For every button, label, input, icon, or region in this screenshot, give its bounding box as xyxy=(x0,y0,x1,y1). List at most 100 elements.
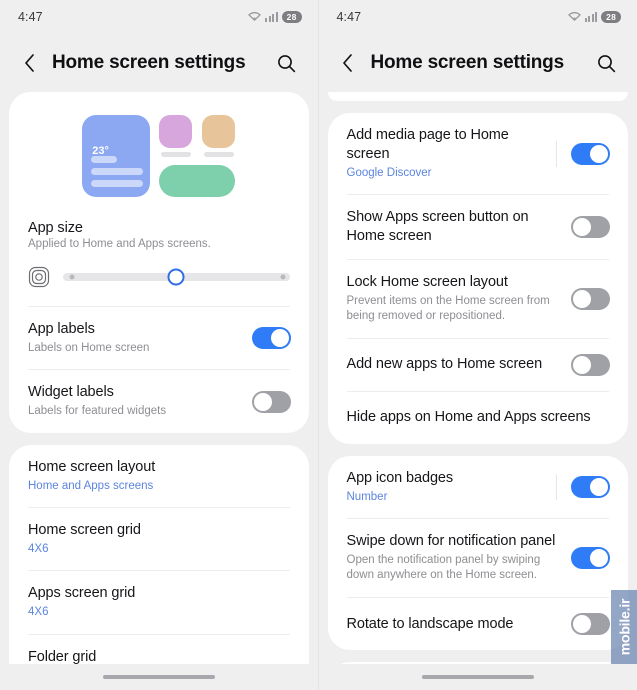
row-sublabel: Number xyxy=(346,490,388,503)
row-home-screen-layout[interactable]: Home screen layout Home and Apps screens xyxy=(9,445,309,507)
row-value: 4X6 xyxy=(28,542,49,555)
row-label: Add media page to Home screen xyxy=(346,127,509,162)
row-add-media-page[interactable]: Add media page to Home screen Google Dis… xyxy=(328,113,629,194)
preview-bar xyxy=(91,180,144,187)
row-show-apps-screen-button[interactable]: Show Apps screen button on Home screen xyxy=(328,195,629,259)
toggle-widget-labels[interactable] xyxy=(251,390,291,413)
row-sublabel: Google Discover xyxy=(346,166,432,179)
preview-bar xyxy=(91,168,144,175)
back-button[interactable] xyxy=(333,48,363,78)
row-rotate-landscape[interactable]: Rotate to landscape mode xyxy=(328,598,629,650)
watermark-text: mobile.ir xyxy=(616,598,633,656)
row-hide-apps[interactable]: Hide apps on Home and Apps screens xyxy=(328,392,629,444)
row-apps-screen-grid[interactable]: Apps screen grid 4X6 xyxy=(9,571,309,633)
battery-badge: 28 xyxy=(281,11,302,23)
wifi-icon xyxy=(567,8,581,26)
status-clock: 4:47 xyxy=(336,10,362,24)
search-button[interactable] xyxy=(272,48,302,78)
preview-app-icon xyxy=(202,115,236,157)
gesture-bar[interactable] xyxy=(0,664,318,690)
toggle-rotate-landscape[interactable] xyxy=(571,613,610,635)
row-value: 4X6 xyxy=(28,606,49,619)
search-button[interactable] xyxy=(591,48,621,78)
row-sublabel: Labels on Home screen xyxy=(28,341,150,354)
home-screen-options-card: Add media page to Home screen Google Dis… xyxy=(327,113,629,444)
row-sublabel: Open the notification panel by swiping d… xyxy=(346,553,541,582)
row-folder-grid[interactable]: Folder grid 3X4 xyxy=(9,635,309,664)
page-title: Home screen settings xyxy=(370,52,565,73)
wifi-icon xyxy=(248,8,262,26)
row-sublabel: Prevent items on the Home screen from be… xyxy=(346,294,550,323)
row-label: Rotate to landscape mode xyxy=(346,615,514,632)
toggle-show-apps-screen-button[interactable] xyxy=(571,216,610,239)
signal-bars-icon xyxy=(584,12,598,22)
toggle-app-labels[interactable] xyxy=(251,327,291,350)
status-icons: 28 xyxy=(248,8,302,26)
row-label: Show Apps screen button on Home screen xyxy=(346,209,529,245)
about-card: About Home screen xyxy=(327,662,629,664)
status-icons: 28 xyxy=(567,8,621,26)
toggle-swipe-down-notification-panel[interactable] xyxy=(571,547,610,570)
row-app-icon-badges[interactable]: App icon badges Number xyxy=(328,456,629,518)
row-label: Apps screen grid xyxy=(28,585,136,602)
row-label: Home screen grid xyxy=(28,522,141,539)
toggle-lock-home-screen-layout[interactable] xyxy=(571,287,610,310)
app-size-slider-thumb[interactable] xyxy=(167,268,185,286)
row-label: Lock Home screen layout xyxy=(346,273,508,290)
badges-and-gestures-card: App icon badges Number Swipe down for no… xyxy=(327,455,629,650)
row-about-home-screen[interactable]: About Home screen xyxy=(328,662,629,664)
app-size-label: App size xyxy=(28,220,83,236)
watermark-badge: mobile.ir xyxy=(611,590,637,664)
scrolled-card-sliver xyxy=(327,92,628,101)
status-bar: 4:47 28 xyxy=(0,0,318,34)
page-title: Home screen settings xyxy=(52,52,246,73)
app-size-description: Applied to Home and Apps screens. xyxy=(28,238,211,250)
row-lock-home-screen-layout[interactable]: Lock Home screen layout Prevent items on… xyxy=(328,260,629,338)
row-sublabel: Labels for featured widgets xyxy=(28,405,167,418)
app-size-slider-track[interactable] xyxy=(63,268,290,286)
app-size-icon xyxy=(28,266,50,288)
row-home-screen-grid[interactable]: Home screen grid 4X6 xyxy=(9,508,309,570)
slider-tick-max xyxy=(280,274,286,280)
search-icon xyxy=(278,54,296,72)
app-icon-pink xyxy=(159,115,193,148)
app-size-slider-row[interactable] xyxy=(28,250,290,304)
right-scroll-body[interactable]: Add media page to Home screen Google Dis… xyxy=(319,92,637,664)
preview-right-group xyxy=(159,115,236,197)
back-button[interactable] xyxy=(14,48,44,78)
row-label: Folder grid xyxy=(28,648,97,664)
row-app-labels[interactable]: App labels Labels on Home screen xyxy=(9,307,309,369)
gesture-bar[interactable] xyxy=(319,664,637,690)
row-value: Home and Apps screens xyxy=(28,479,154,492)
app-header: Home screen settings xyxy=(0,34,318,92)
row-label: App icon badges xyxy=(346,469,454,486)
row-label: Add new apps to Home screen xyxy=(346,356,543,373)
row-label: Swipe down for notification panel xyxy=(346,533,556,550)
left-scroll-body[interactable]: 23° App size Applied to Home and Apps sc… xyxy=(0,92,318,664)
slider-tick-min xyxy=(69,274,75,280)
chevron-left-icon xyxy=(24,54,34,72)
preview-pill-widget xyxy=(159,165,236,197)
row-label: App labels xyxy=(28,321,95,337)
row-widget-labels[interactable]: Widget labels Labels for featured widget… xyxy=(9,370,309,432)
preview-temperature: 23° xyxy=(92,145,109,157)
battery-badge: 28 xyxy=(601,11,621,23)
chevron-left-icon xyxy=(343,54,352,72)
toggle-app-icon-badges[interactable] xyxy=(571,475,610,498)
dual-screenshot-container: 4:47 28 Home screen settings 23° App siz… xyxy=(0,0,637,690)
row-add-new-apps[interactable]: Add new apps to Home screen xyxy=(328,339,629,391)
row-label: Home screen layout xyxy=(28,458,156,475)
toggle-add-new-apps[interactable] xyxy=(571,353,610,376)
row-swipe-down-notification-panel[interactable]: Swipe down for notification panel Open t… xyxy=(328,519,629,597)
search-icon xyxy=(597,54,615,72)
toggle-add-media-page[interactable] xyxy=(571,142,610,165)
left-phone-screen: 4:47 28 Home screen settings 23° App siz… xyxy=(0,0,318,690)
row-label: Widget labels xyxy=(28,384,114,401)
weather-widget-preview: 23° xyxy=(82,115,151,197)
app-icon-tan xyxy=(202,115,236,148)
app-label-placeholder xyxy=(203,152,234,157)
right-phone-screen: 4:47 28 Home screen settings Add media p… xyxy=(317,0,637,690)
app-size-section: App size Applied to Home and Apps screen… xyxy=(9,212,309,306)
layout-card: Home screen layout Home and Apps screens… xyxy=(9,444,309,664)
appearance-card: 23° App size Applied to Home and Apps sc… xyxy=(9,92,309,433)
